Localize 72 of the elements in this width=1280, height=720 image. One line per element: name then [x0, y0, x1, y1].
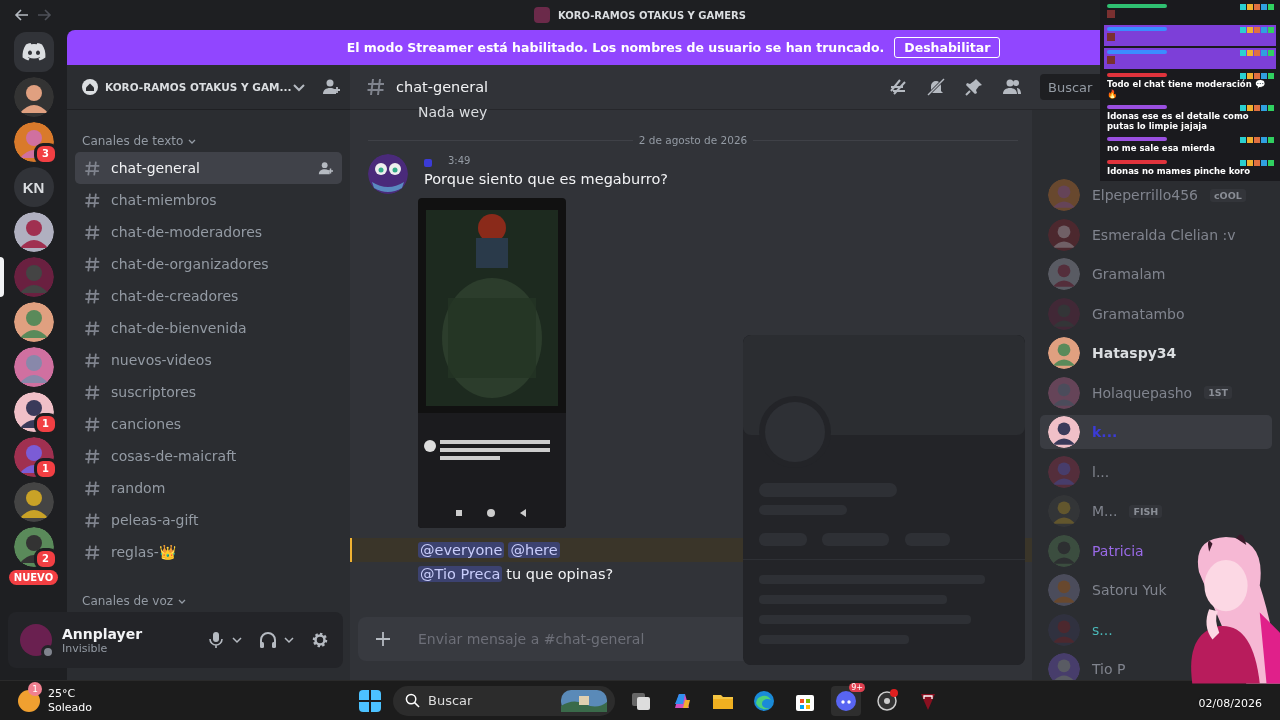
- taskbar-date: 02/08/2026: [1198, 697, 1262, 710]
- unread-badge: 2: [33, 548, 58, 570]
- category-label[interactable]: Canales de voz: [82, 594, 174, 608]
- member-name: Holaquepasho: [1092, 384, 1193, 401]
- member-tag: FISH: [1129, 504, 1163, 518]
- channel-item[interactable]: nuevos-videos: [75, 344, 342, 376]
- channel-item[interactable]: chat-miembros: [75, 184, 342, 216]
- chat-message: Idonas no mames pinche koro: [1107, 166, 1252, 176]
- member-item[interactable]: l...: [1040, 454, 1118, 489]
- user-status: Invisible: [62, 641, 108, 655]
- category-label[interactable]: Canales de texto: [82, 134, 184, 148]
- channel-item[interactable]: suscriptores: [75, 376, 342, 408]
- unread-badge: 1: [33, 458, 58, 480]
- mention-link[interactable]: @Tio Preca: [418, 566, 503, 582]
- member-name: Satoru Yuk: [1092, 582, 1167, 598]
- unread-badge: 1: [33, 413, 58, 435]
- unread-badge: 3: [33, 143, 58, 165]
- mention-link[interactable]: @here: [508, 542, 560, 558]
- member-tag: 1ST: [1204, 386, 1233, 399]
- window-title: KORO-RAMOS OTAKUS Y GAMERS: [558, 9, 746, 21]
- channel-item[interactable]: chat-de-moderadores: [75, 216, 342, 248]
- member-name: Patricia: [1092, 542, 1144, 559]
- message-text: Porque siento que es megaburro?: [424, 171, 669, 187]
- server-name[interactable]: KORO-RAMOS OTAKUS Y GAM...: [105, 81, 292, 93]
- member-item[interactable]: Satoru Yuk: [1040, 573, 1175, 607]
- channel-item[interactable]: peleas-a-gift: [75, 504, 342, 536]
- member-tag: cOOL: [1209, 188, 1246, 202]
- disable-button[interactable]: Deshabilitar: [894, 37, 1001, 58]
- member-name: Esmeralda Clelian :v: [1092, 226, 1236, 243]
- member-name: l...: [1092, 463, 1110, 480]
- member-item[interactable]: M... FISH: [1040, 494, 1171, 528]
- member-item[interactable]: Esmeralda Clelian :v: [1040, 217, 1244, 252]
- chat-message: no me sale esa mierda: [1107, 143, 1216, 153]
- notification-badge: 1: [28, 681, 42, 696]
- member-item[interactable]: Holaquepasho 1ST: [1040, 375, 1241, 410]
- date-divider: 2 de agosto de 2026: [638, 134, 748, 146]
- channel-item[interactable]: chat-de-bienvenida: [75, 312, 342, 344]
- weather-condition: Soleado: [48, 700, 92, 715]
- channel-item[interactable]: chat-de-creadores: [75, 280, 342, 312]
- member-name: Gramatambo: [1092, 305, 1185, 322]
- member-name: k...: [1092, 424, 1118, 440]
- mention-link[interactable]: @everyone: [418, 542, 505, 558]
- member-name: s...: [1092, 621, 1113, 638]
- message-text: tu que opinas?: [506, 566, 614, 582]
- member-item[interactable]: Hataspy34: [1040, 336, 1185, 370]
- member-name: M...: [1092, 503, 1118, 519]
- member-item[interactable]: Gramatambo: [1040, 296, 1193, 331]
- streamer-mode-notice: El modo Streamer está habilitado. Los nombres de usuario se han truncado.: [346, 40, 885, 55]
- channel-item[interactable]: canciones: [75, 408, 342, 440]
- channel-item[interactable]: chat-de-organizadores: [75, 248, 342, 280]
- channel-title: chat-general: [396, 79, 490, 95]
- temperature: 25°C: [48, 686, 77, 701]
- channel-item[interactable]: reglas-👑: [75, 536, 342, 568]
- username: Annplayer: [62, 625, 144, 642]
- channel-item[interactable]: cosas-de-maicraft: [75, 440, 342, 472]
- chat-message: Idonas ese es el detalle como putas lo limpie jajaja: [1107, 111, 1250, 131]
- taskbar-search[interactable]: Buscar: [393, 685, 615, 716]
- member-name: Elpeperrillo456: [1092, 187, 1198, 203]
- channel-item[interactable]: random: [75, 472, 342, 504]
- member-name: Tio P: [1092, 661, 1126, 677]
- member-item[interactable]: s...: [1040, 612, 1121, 647]
- channel-item[interactable]: chat-general: [75, 152, 342, 184]
- member-name: Hataspy34: [1092, 345, 1177, 361]
- member-name: Gramalam: [1092, 266, 1166, 282]
- message-time: 3:49: [448, 155, 471, 166]
- member-item[interactable]: Gramalam: [1040, 257, 1174, 291]
- member-item[interactable]: Patricia: [1040, 533, 1152, 568]
- chat-message: Todo el chat tiene moderación 💬🔥: [1107, 79, 1267, 99]
- new-badge: NUEVO: [8, 570, 59, 585]
- notification-badge: 9+: [849, 682, 865, 692]
- server-icon[interactable]: KN: [13, 167, 54, 207]
- message-text: Nada wey: [418, 104, 488, 120]
